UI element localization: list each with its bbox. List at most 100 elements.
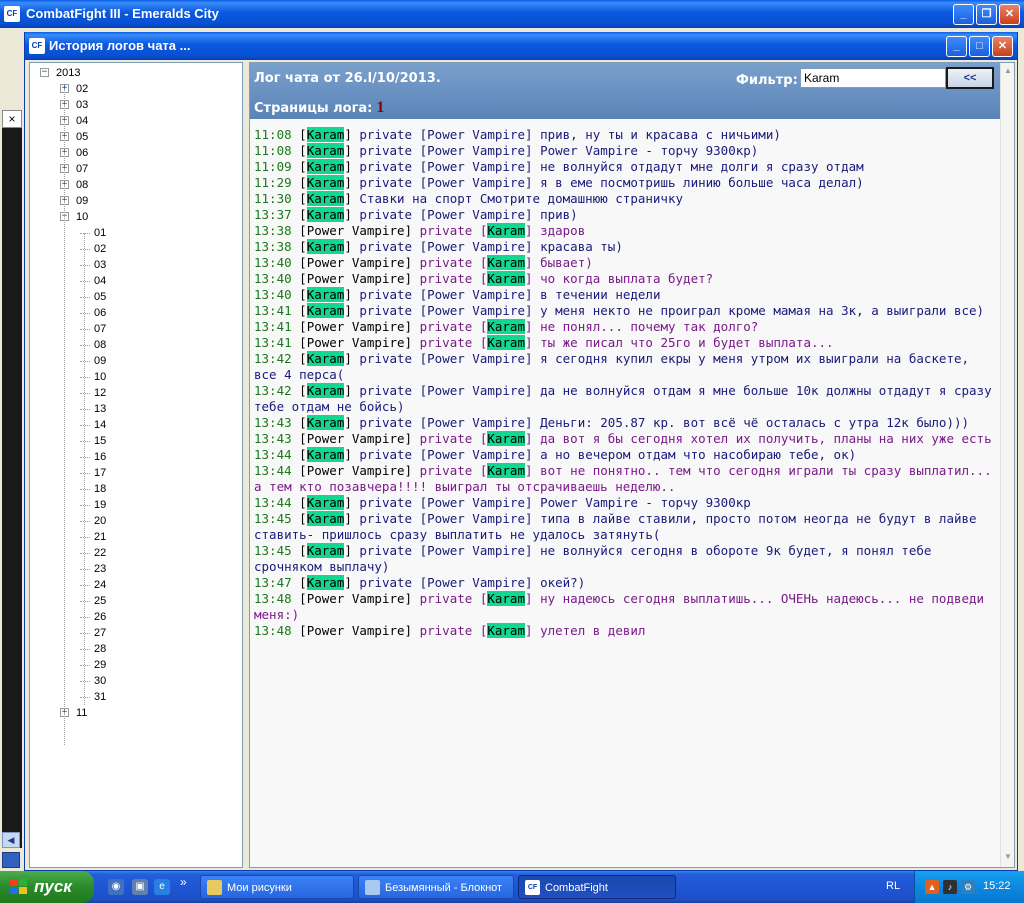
log-time: 13:41 [254, 319, 292, 334]
tree-node-day-17[interactable]: 17 [30, 465, 242, 481]
task-label: Мои рисунки [227, 882, 292, 894]
tree-node-month-10[interactable]: −10 [30, 209, 242, 225]
tree-node-month-08[interactable]: +08 [30, 177, 242, 193]
tree-node-day-02[interactable]: 02 [30, 241, 242, 257]
filter-input[interactable]: Karam [800, 68, 946, 88]
tree-node-year[interactable]: −2013 [30, 65, 242, 81]
log-private-tag: private [359, 511, 413, 526]
tree-node-month-03[interactable]: +03 [30, 97, 242, 113]
scroll-down-arrow-icon[interactable]: ▼ [1002, 851, 1014, 863]
language-indicator[interactable]: RL [886, 880, 900, 892]
tray-icon-app[interactable]: ▲ [925, 880, 939, 894]
tree-node-day-06[interactable]: 06 [30, 305, 242, 321]
tree-node-day-26[interactable]: 26 [30, 609, 242, 625]
tree-label: 04 [76, 115, 89, 127]
tree-node-day-10[interactable]: 10 [30, 369, 242, 385]
quicklaunch-desktop-icon[interactable]: ▣ [132, 879, 148, 895]
tree-node-day-13[interactable]: 13 [30, 401, 242, 417]
log-scrollbar[interactable]: ▲ ▼ [1000, 63, 1014, 867]
tree-node-month-07[interactable]: +07 [30, 161, 242, 177]
dialog-titlebar[interactable]: CF История логов чата ... _ □ ✕ [25, 32, 1017, 60]
quicklaunch-ie-icon[interactable]: e [154, 879, 170, 895]
scroll-left-arrow-icon[interactable]: ◀ [2, 832, 20, 848]
task-button-pictures[interactable]: Мои рисунки [200, 875, 354, 899]
tree-node-day-16[interactable]: 16 [30, 449, 242, 465]
tree-node-day-21[interactable]: 21 [30, 529, 242, 545]
log-line: 11:29 [Karam] private [Power Vampire] я … [254, 175, 864, 190]
tree-node-day-15[interactable]: 15 [30, 433, 242, 449]
log-message: улетел в девил [540, 623, 646, 638]
quicklaunch-media-icon[interactable]: ◉ [108, 879, 124, 895]
dialog-minimize-button[interactable]: _ [946, 36, 967, 57]
dialog-maximize-button[interactable]: □ [969, 36, 990, 57]
log-line: 13:42 [Karam] private [Power Vampire] я … [254, 351, 970, 382]
log-line: 11:30 [Karam] Ставки на спорт Смотрите д… [254, 191, 684, 206]
main-minimize-button[interactable]: _ [953, 4, 974, 25]
notepad-icon [365, 880, 380, 895]
tree-node-day-30[interactable]: 30 [30, 673, 242, 689]
task-button-notepad[interactable]: Безымянный - Блокнот [358, 875, 514, 899]
log-private-tag: private [359, 159, 413, 174]
start-button[interactable]: пуск [0, 871, 94, 903]
tree-node-day-22[interactable]: 22 [30, 545, 242, 561]
filter-label: Фильтр: [736, 73, 798, 88]
main-close-small-icon[interactable]: × [2, 110, 22, 128]
log-message: чо когда выплата будет? [540, 271, 714, 286]
quicklaunch-more-icon[interactable]: » [180, 875, 187, 889]
tree-node-day-27[interactable]: 27 [30, 625, 242, 641]
tree-node-month-04[interactable]: +04 [30, 113, 242, 129]
tree-node-day-28[interactable]: 28 [30, 641, 242, 657]
log-private-tag: private [359, 239, 413, 254]
tree-label: 23 [94, 563, 107, 575]
tree-node-day-03[interactable]: 03 [30, 257, 242, 273]
log-message: у меня некто не проиграл кроме мамая на … [540, 303, 985, 318]
log-line: 13:41 [Power Vampire] private [Karam] не… [254, 319, 759, 334]
dialog-close-button[interactable]: ✕ [992, 36, 1013, 57]
tree-node-day-12[interactable]: 12 [30, 385, 242, 401]
main-restore-button[interactable]: ❐ [976, 4, 997, 25]
log-time: 11:09 [254, 159, 292, 174]
main-titlebar[interactable]: CF CombatFight III - Emeralds City _ ❐ ✕ [0, 0, 1024, 28]
tree-node-day-05[interactable]: 05 [30, 289, 242, 305]
filter-apply-button[interactable]: << [946, 67, 994, 89]
log-time: 13:42 [254, 351, 292, 366]
tree-node-month-05[interactable]: +05 [30, 129, 242, 145]
log-sender: Karam [306, 191, 345, 206]
tree-node-day-24[interactable]: 24 [30, 577, 242, 593]
tree-node-month-09[interactable]: +09 [30, 193, 242, 209]
tree-node-day-19[interactable]: 19 [30, 497, 242, 513]
tree-node-month-02[interactable]: +02 [30, 81, 242, 97]
log-sender: Karam [306, 447, 345, 462]
tray-icon-network[interactable]: ⚙ [961, 880, 975, 894]
log-recipient: Power Vampire [427, 207, 525, 222]
task-button-combatfight[interactable]: CF CombatFight [518, 875, 676, 899]
tree-node-day-09[interactable]: 09 [30, 353, 242, 369]
tree-node-day-31[interactable]: 31 [30, 689, 242, 705]
tray-app-icon[interactable] [2, 852, 20, 868]
tree-connector [80, 361, 90, 362]
tree-node-day-25[interactable]: 25 [30, 593, 242, 609]
log-time: 11:08 [254, 127, 292, 142]
tree-node-day-07[interactable]: 07 [30, 321, 242, 337]
tree-connector [80, 649, 90, 650]
tray-icon-sound[interactable]: ♪ [943, 880, 957, 894]
tree-node-day-08[interactable]: 08 [30, 337, 242, 353]
page-link-1[interactable]: 1 [376, 99, 384, 116]
tree-connector [80, 521, 90, 522]
tree-node-day-01[interactable]: 01 [30, 225, 242, 241]
collapse-icon[interactable]: − [40, 68, 49, 77]
tree-label: 19 [94, 499, 107, 511]
tree-node-day-29[interactable]: 29 [30, 657, 242, 673]
tree-node-day-20[interactable]: 20 [30, 513, 242, 529]
tree-node-day-23[interactable]: 23 [30, 561, 242, 577]
tree-node-month-11[interactable]: +11 [30, 705, 242, 721]
log-private-tag: private [359, 575, 413, 590]
log-sender: Karam [306, 351, 345, 366]
tree-node-day-18[interactable]: 18 [30, 481, 242, 497]
log-sender: Karam [306, 127, 345, 142]
scroll-up-arrow-icon[interactable]: ▲ [1002, 65, 1014, 77]
main-close-button[interactable]: ✕ [999, 4, 1020, 25]
tree-node-day-14[interactable]: 14 [30, 417, 242, 433]
tree-node-month-06[interactable]: +06 [30, 145, 242, 161]
tree-node-day-04[interactable]: 04 [30, 273, 242, 289]
